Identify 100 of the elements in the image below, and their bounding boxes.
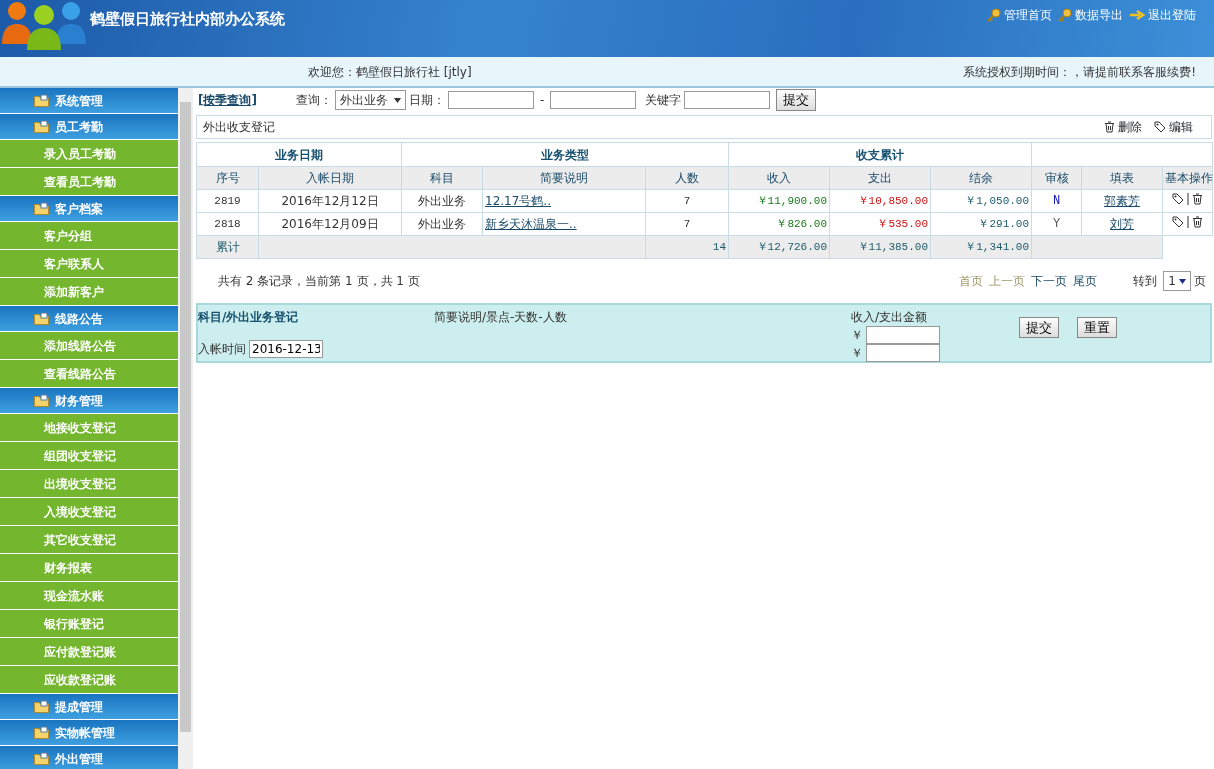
- folder-icon: [34, 726, 49, 739]
- table-cell: ￥535.00: [829, 212, 931, 236]
- keyword-label: 关键字: [645, 92, 682, 109]
- right-arrow-icon: [1129, 10, 1145, 20]
- table-cell: 外出业务: [401, 212, 483, 236]
- form-button[interactable]: 提交: [1019, 317, 1059, 338]
- sidebar-item[interactable]: 添加新客户: [0, 278, 178, 306]
- currency-sign: ￥: [851, 327, 863, 344]
- table-cell: 2016年12月09日: [258, 212, 402, 236]
- query-label: 查询：: [295, 92, 332, 109]
- table-cell: ￥826.00: [728, 212, 830, 236]
- season-query-link[interactable]: [按季查询]: [198, 91, 257, 109]
- goto-label: 转到: [1133, 273, 1158, 290]
- table-cell: 7: [645, 189, 729, 213]
- tag-icon: [1172, 216, 1185, 228]
- sidebar-group[interactable]: 线路公告: [0, 306, 178, 332]
- column-header: 简要说明: [482, 166, 646, 190]
- sidebar-item[interactable]: 录入员工考勤: [0, 140, 178, 168]
- header-link[interactable]: 数据导出: [1058, 6, 1123, 24]
- license-notice: 系统授权到期时间：，请提前联系客服续费!: [963, 63, 1196, 81]
- table-cell: 累计: [196, 235, 259, 259]
- amount-field[interactable]: [866, 326, 940, 344]
- record-summary: 共有 2 条记录，当前第 1 页，共 1 页: [218, 273, 420, 290]
- divider-icon: [1187, 193, 1190, 205]
- pager-link[interactable]: 尾页: [1073, 272, 1098, 290]
- sidebar-item[interactable]: 查看线路公告: [0, 360, 178, 388]
- table-cell: ￥10,850.00: [829, 189, 931, 213]
- query-select[interactable]: 外出业务: [334, 90, 406, 110]
- page-suffix: 页: [1194, 273, 1206, 290]
- sidebar-item[interactable]: 添加线路公告: [0, 332, 178, 360]
- page-select[interactable]: 1: [1163, 271, 1191, 291]
- tag-icon: [1172, 193, 1185, 205]
- form-button[interactable]: 重置: [1077, 317, 1117, 338]
- currency-sign: ￥: [851, 345, 863, 362]
- sidebar-item[interactable]: 客户联系人: [0, 250, 178, 278]
- date-from-field[interactable]: [447, 91, 534, 109]
- header-link[interactable]: 退出登陆: [1129, 6, 1196, 24]
- form-title: 科目/外出业务登记: [198, 309, 300, 326]
- table-cell: N: [1031, 189, 1082, 213]
- submit-button[interactable]: 提交: [776, 89, 817, 111]
- sidebar-item[interactable]: 其它收支登记: [0, 526, 178, 554]
- sidebar-item[interactable]: 应收款登记账: [0, 666, 178, 694]
- folder-icon: [34, 312, 49, 325]
- date-field[interactable]: 2016-12-13: [249, 340, 323, 358]
- welcome-text: 欢迎您：鹤壁假日旅行社 [jtly]: [308, 63, 472, 81]
- header-link[interactable]: 管理首页: [987, 6, 1052, 24]
- divider-icon: [1187, 216, 1190, 228]
- pager-link[interactable]: 下一页: [1031, 272, 1068, 290]
- trash-icon: [1104, 121, 1115, 133]
- table-cell: 2016年12月12日: [258, 189, 402, 213]
- sidebar-item[interactable]: 组团收支登记: [0, 442, 178, 470]
- keyword-field[interactable]: [684, 91, 771, 109]
- author-link[interactable]: 刘芳: [1110, 217, 1135, 231]
- folder-icon: [34, 700, 49, 713]
- table-cell: 2818: [196, 212, 259, 236]
- sidebar-group[interactable]: 客户档案: [0, 196, 178, 222]
- group-header: 收支累计: [728, 142, 1032, 167]
- table-cell: ￥291.00: [930, 212, 1032, 236]
- scrollbar[interactable]: [178, 88, 193, 769]
- amount-label: 收入/支出金额: [851, 309, 929, 326]
- trash-icon: [1192, 216, 1204, 228]
- column-header: 入帐日期: [258, 166, 402, 190]
- sidebar-group[interactable]: 财务管理: [0, 388, 178, 414]
- sidebar-group[interactable]: 提成管理: [0, 694, 178, 720]
- panel-title: 外出收支登记: [203, 119, 275, 136]
- sidebar-item[interactable]: 查看员工考勤: [0, 168, 178, 196]
- column-header: 序号: [196, 166, 259, 190]
- sidebar-group[interactable]: 员工考勤: [0, 114, 178, 140]
- group-header: 业务类型: [401, 142, 729, 167]
- sidebar-group[interactable]: 实物帐管理: [0, 720, 178, 746]
- date-label: 入帐时间: [198, 341, 246, 358]
- group-header: 业务日期: [196, 142, 402, 167]
- toolbar-action[interactable]: 删除: [1104, 118, 1142, 136]
- date-separator: -: [539, 92, 545, 109]
- table-cell: ￥1,050.00: [930, 189, 1032, 213]
- folder-icon: [34, 202, 49, 215]
- folder-icon: [34, 120, 49, 133]
- sidebar-item[interactable]: 出境收支登记: [0, 470, 178, 498]
- toolbar-action[interactable]: 编辑: [1154, 118, 1193, 136]
- sidebar-item[interactable]: 地接收支登记: [0, 414, 178, 442]
- dropdown-caret-icon: [1179, 278, 1186, 284]
- sidebar-item[interactable]: 入境收支登记: [0, 498, 178, 526]
- sidebar-group[interactable]: 系统管理: [0, 88, 178, 114]
- date-label: 日期：: [408, 92, 445, 109]
- sidebar-item[interactable]: 财务报表: [0, 554, 178, 582]
- date-to-field[interactable]: [550, 91, 637, 109]
- table-cell: ￥11,900.00: [728, 189, 830, 213]
- folder-icon: [34, 94, 49, 107]
- system-title: 鹤壁假日旅行社内部办公系统: [90, 8, 285, 30]
- sidebar-item[interactable]: 现金流水账: [0, 582, 178, 610]
- key-icon: [1058, 8, 1072, 22]
- sidebar-item[interactable]: 应付款登记账: [0, 638, 178, 666]
- sidebar-item[interactable]: 客户分组: [0, 222, 178, 250]
- dropdown-caret-icon: [393, 97, 401, 103]
- amount-field[interactable]: [866, 344, 940, 362]
- tag-icon: [1154, 121, 1166, 133]
- sidebar-group[interactable]: 外出管理: [0, 746, 178, 769]
- sidebar-item[interactable]: 银行账登记: [0, 610, 178, 638]
- table-cell: 7: [645, 212, 729, 236]
- folder-icon: [34, 394, 49, 407]
